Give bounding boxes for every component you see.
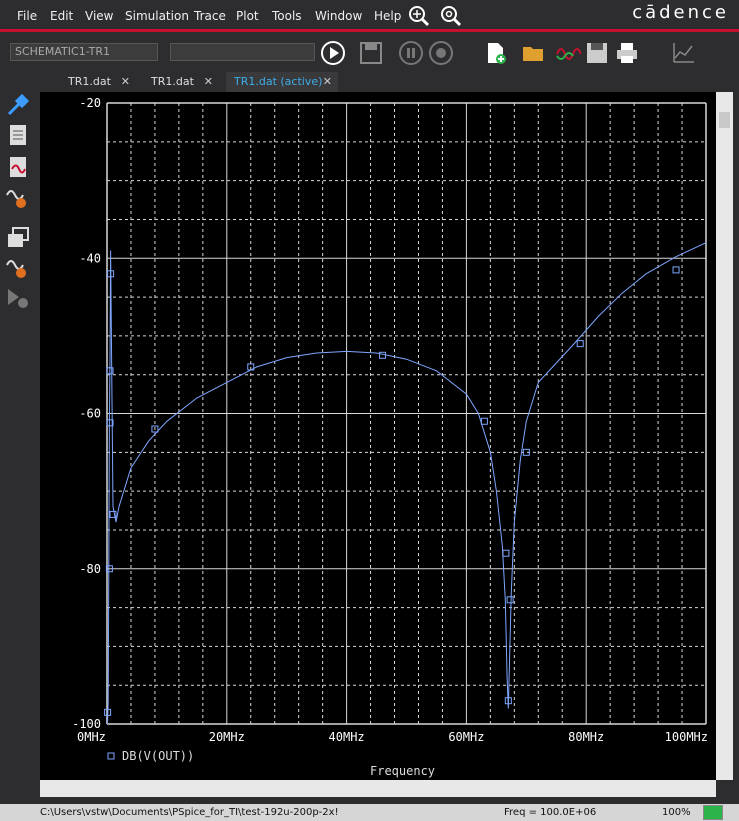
trace-marker — [379, 351, 387, 359]
marker-pin-icon[interactable] — [5, 92, 31, 118]
progress-fill — [704, 806, 722, 819]
y-tick-label: -80 — [79, 562, 101, 576]
y-tick-label: -20 — [79, 96, 101, 110]
document-tabs: TR1.dat ✕ TR1.dat ✕ TR1.dat (active) ✕ — [40, 70, 739, 92]
legend[interactable]: DB(V(OUT)) — [107, 749, 194, 763]
zoom-level: 100% — [662, 807, 691, 818]
add-plot-icon[interactable] — [5, 122, 31, 148]
tab-label: TR1.dat — [151, 75, 194, 88]
x-tick-label: 80MHz — [568, 730, 604, 744]
tab-tr1-dat-1[interactable]: TR1.dat ✕ — [60, 72, 136, 92]
x-tick-label: 100MHz — [665, 730, 708, 744]
add-trace-icon[interactable] — [5, 154, 31, 180]
window-stack-icon[interactable] — [5, 225, 31, 251]
y-tick-label: -40 — [79, 251, 101, 265]
save-icon[interactable] — [584, 40, 610, 66]
legend-marker — [107, 752, 115, 760]
cadence-logo: cādence — [632, 2, 729, 23]
waveform-icon[interactable] — [555, 40, 581, 66]
zoom-fit-icon[interactable] — [440, 5, 462, 27]
stop-icon[interactable] — [428, 40, 454, 66]
profile-search-field[interactable] — [170, 43, 315, 61]
menu-plot[interactable]: Plot — [236, 9, 259, 23]
x-tick-label: 40MHz — [329, 730, 365, 744]
horizontal-scrollbar[interactable] — [40, 780, 716, 797]
progress-indicator — [703, 805, 723, 820]
open-folder-icon[interactable] — [521, 40, 547, 66]
menu-tools[interactable]: Tools — [272, 9, 302, 23]
menu-edit[interactable]: Edit — [50, 9, 73, 23]
x-tick-label: 60MHz — [448, 730, 484, 744]
plot-window[interactable]: -20 -40 -60 -80 -100 0MHz 20MHz 40MHz 60MHz 80MHz… — [40, 92, 716, 780]
tab-label: TR1.dat (active) — [234, 75, 323, 88]
legend-label: DB(V(OUT)) — [122, 749, 194, 763]
menu-view[interactable]: View — [85, 9, 113, 23]
tab-tr1-dat-2[interactable]: TR1.dat ✕ — [143, 72, 219, 92]
y-tick-label: -100 — [72, 717, 101, 731]
menu-trace[interactable]: Trace — [194, 9, 226, 23]
trace-edit-icon[interactable] — [5, 255, 31, 281]
toolbar: SCHEMATIC1-TR1 — [0, 35, 739, 69]
trace-marker — [506, 596, 514, 604]
pause-icon[interactable] — [398, 40, 424, 66]
menu-window[interactable]: Window — [315, 9, 362, 23]
delete-trace-icon[interactable] — [5, 285, 31, 311]
frequency-response-chart[interactable]: -20 -40 -60 -80 -1000MHz 20MHz 40MHz 60MHz 80MHz… — [40, 92, 716, 780]
zoom-in-icon[interactable] — [408, 5, 430, 27]
new-file-icon[interactable] — [483, 40, 509, 66]
y-tick-label: -60 — [79, 407, 101, 421]
left-tool-sidebar — [0, 70, 40, 810]
menu-bar: File Edit View Simulation Trace Plot Too… — [0, 0, 739, 32]
simulation-profile-field[interactable]: SCHEMATIC1-TR1 — [10, 43, 158, 61]
trace-db-v-out[interactable] — [107, 242, 707, 725]
status-bar: C:\Users\vstw\Documents\PSpice_for_TI\te… — [0, 804, 739, 821]
grid — [106, 102, 707, 725]
trace-marker — [672, 266, 680, 274]
print-icon[interactable] — [614, 40, 640, 66]
trace-marker — [576, 340, 584, 348]
close-icon[interactable]: ✕ — [204, 75, 213, 88]
menu-simulation[interactable]: Simulation — [125, 9, 189, 23]
x-axis-label: Frequency — [370, 764, 435, 778]
save-profile-icon[interactable] — [358, 40, 384, 66]
vertical-scrollbar[interactable] — [716, 92, 733, 780]
scroll-thumb[interactable] — [719, 112, 730, 128]
close-icon[interactable]: ✕ — [121, 75, 130, 88]
frequency-readout: Freq = 100.0E+06 — [504, 807, 597, 818]
menu-help[interactable]: Help — [374, 9, 401, 23]
run-icon[interactable] — [320, 40, 346, 66]
trace-marker — [502, 549, 510, 557]
tab-label: TR1.dat — [68, 75, 111, 88]
trace-marker — [480, 417, 488, 425]
trace-search-icon[interactable] — [5, 185, 31, 211]
tab-tr1-dat-active[interactable]: TR1.dat (active) ✕ — [226, 72, 338, 92]
menu-file[interactable]: File — [17, 9, 37, 23]
plot-settings-icon[interactable] — [670, 40, 696, 66]
x-tick-label: 20MHz — [209, 730, 245, 744]
close-icon[interactable]: ✕ — [323, 75, 332, 88]
file-path: C:\Users\vstw\Documents\PSpice_for_TI\te… — [40, 807, 339, 818]
x-tick-label: 0MHz — [77, 730, 106, 744]
